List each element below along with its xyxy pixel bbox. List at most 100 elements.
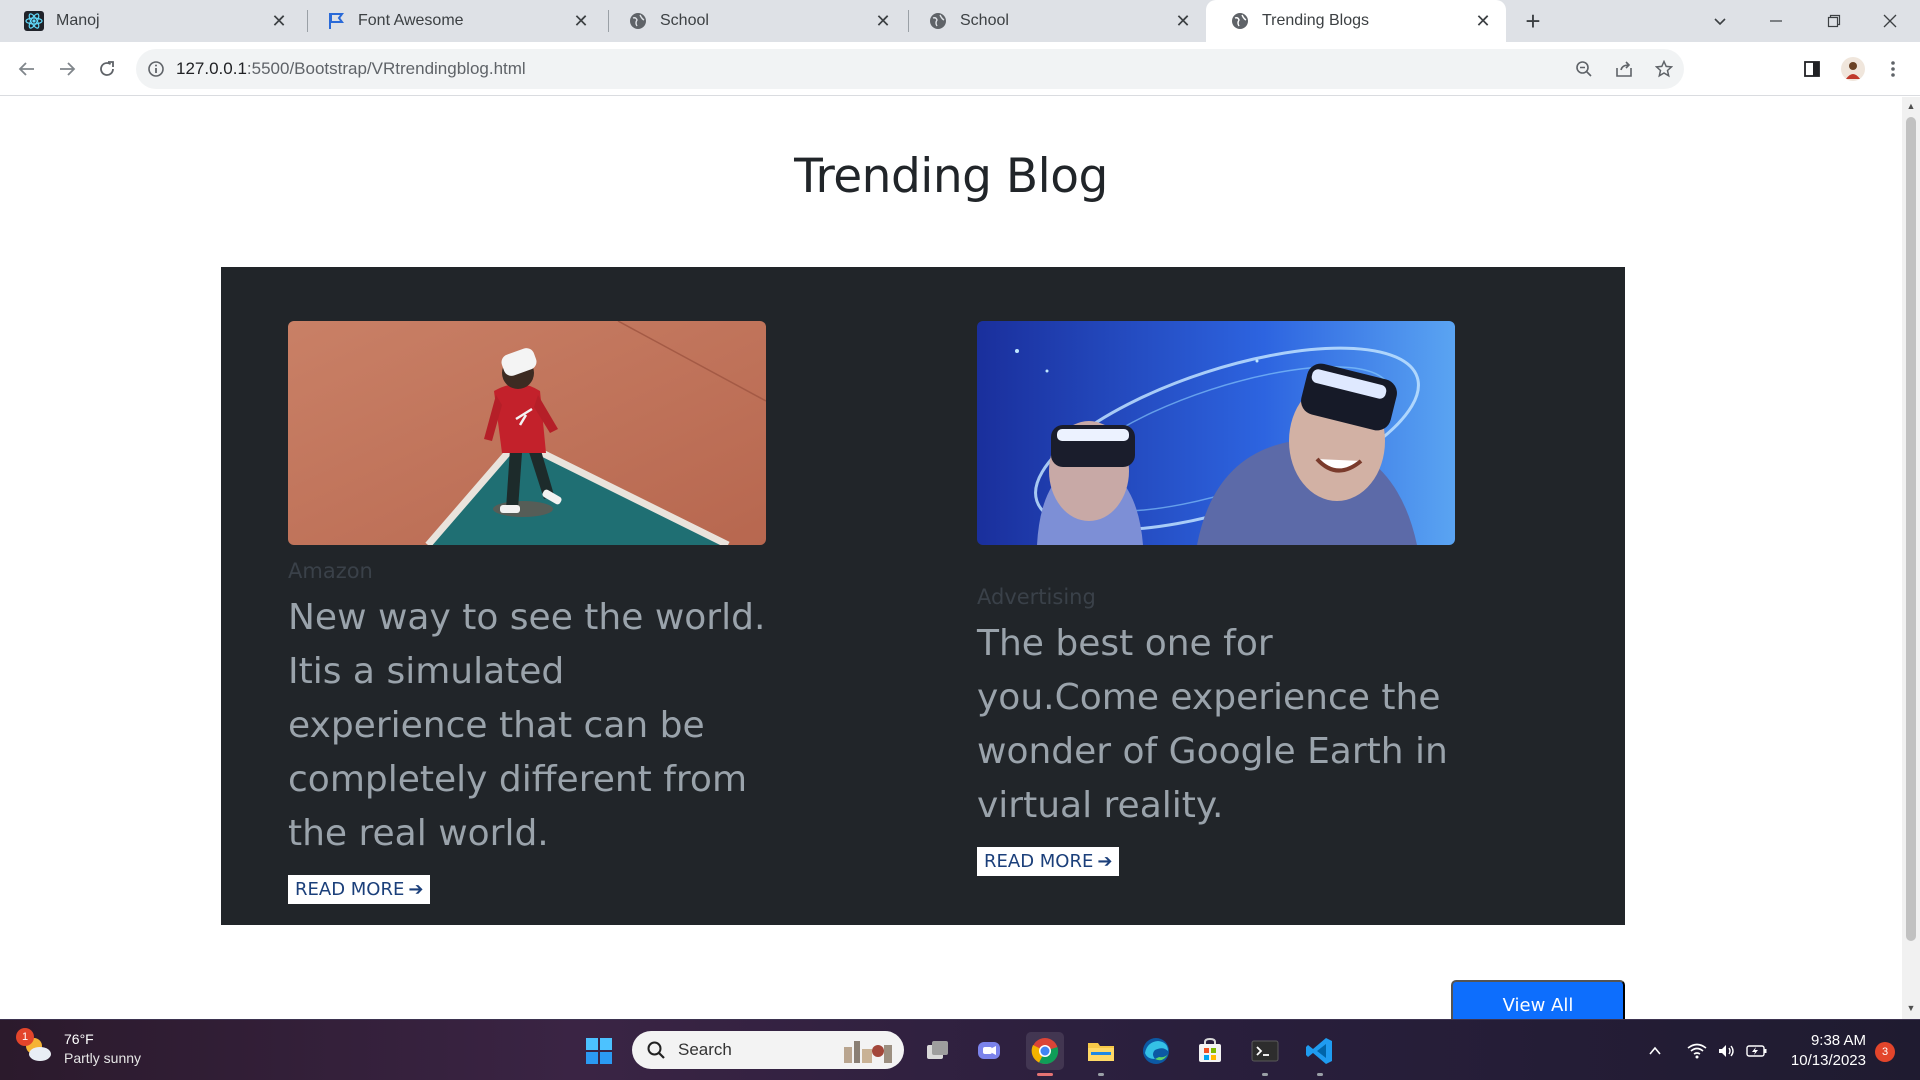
url-text: 127.0.0.1:5500/Bootstrap/VRtrendingblog.… xyxy=(176,59,526,79)
taskbar-clock[interactable]: 9:38 AM 10/13/2023 xyxy=(1776,1031,1866,1071)
blog-category: Amazon xyxy=(288,559,373,583)
clock-date: 10/13/2023 xyxy=(1790,1052,1866,1069)
more-vert-icon xyxy=(1891,61,1895,77)
blog-excerpt: The best one for you.Come experience the… xyxy=(977,623,1448,826)
running-indicator xyxy=(1037,1073,1053,1076)
restore-icon xyxy=(1827,14,1841,28)
tab-school-1[interactable]: School ✕ xyxy=(604,0,906,42)
vscode-icon xyxy=(1306,1038,1332,1064)
menu-button[interactable] xyxy=(1878,54,1908,84)
view-all-button[interactable]: View All xyxy=(1451,980,1625,1019)
edge-taskbar-button[interactable] xyxy=(1137,1032,1175,1070)
tab-manoj[interactable]: Manoj ✕ xyxy=(0,0,302,42)
arrow-right-icon xyxy=(60,62,76,76)
chrome-icon xyxy=(1031,1038,1059,1065)
terminal-taskbar-button[interactable] xyxy=(1246,1032,1284,1076)
close-icon[interactable]: ✕ xyxy=(1172,10,1194,32)
arrow-left-icon xyxy=(18,62,34,76)
taskbar: 1 76°F Partly sunny Search 9:38 AM 10/13… xyxy=(0,1019,1920,1080)
info-icon[interactable] xyxy=(136,60,176,78)
task-view-button[interactable] xyxy=(918,1032,956,1070)
arrow-right-icon: ➔ xyxy=(1097,851,1113,872)
reload-button[interactable] xyxy=(92,54,122,84)
blog-image-vr-headsets xyxy=(977,321,1455,545)
browser-toolbar: 127.0.0.1:5500/Bootstrap/VRtrendingblog.… xyxy=(0,42,1920,96)
read-more-label: READ MORE xyxy=(295,879,405,900)
weather-widget[interactable]: 1 76°F Partly sunny xyxy=(16,1028,142,1068)
arrow-right-icon: ➔ xyxy=(408,879,424,900)
address-bar[interactable]: 127.0.0.1:5500/Bootstrap/VRtrendingblog.… xyxy=(136,49,1684,89)
teams-chat-button[interactable] xyxy=(970,1032,1008,1070)
chevron-up-icon[interactable] xyxy=(1640,1044,1670,1058)
globe-icon xyxy=(928,11,948,31)
globe-icon xyxy=(628,11,648,31)
new-tab-button[interactable]: + xyxy=(1518,6,1548,36)
store-taskbar-button[interactable] xyxy=(1191,1032,1229,1070)
edge-icon xyxy=(1143,1038,1169,1064)
scrollbar-thumb[interactable] xyxy=(1906,117,1916,941)
close-window-button[interactable] xyxy=(1862,0,1918,42)
blog-card: Advertising The best one for you.Come ex… xyxy=(977,321,1455,876)
start-button[interactable] xyxy=(580,1032,618,1070)
clock-time: 9:38 AM xyxy=(1810,1032,1866,1049)
close-icon xyxy=(1883,14,1897,28)
share-icon[interactable] xyxy=(1604,60,1644,78)
close-icon[interactable]: ✕ xyxy=(872,10,894,32)
tab-font-awesome[interactable]: Font Awesome ✕ xyxy=(302,0,604,42)
back-button[interactable] xyxy=(12,54,42,84)
weather-icon: 1 xyxy=(16,1028,54,1066)
running-indicator xyxy=(1098,1073,1104,1076)
blog-image-vr-court xyxy=(288,321,766,545)
terminal-icon xyxy=(1251,1040,1279,1062)
system-tray xyxy=(1640,1020,1772,1080)
page-title: Trending Blog xyxy=(794,149,1108,204)
store-icon xyxy=(1199,1037,1221,1062)
page-scrollbar[interactable]: ▲ ▼ xyxy=(1902,97,1920,1019)
weather-condition: Partly sunny xyxy=(64,1050,142,1066)
read-more-button[interactable]: READ MORE ➔ xyxy=(288,875,431,904)
vscode-taskbar-button[interactable] xyxy=(1301,1032,1339,1076)
tab-trending-blogs[interactable]: Trending Blogs ✕ xyxy=(1206,0,1506,42)
search-highlight-icon xyxy=(844,1041,892,1063)
minimize-button[interactable] xyxy=(1748,0,1804,42)
read-more-button[interactable]: READ MORE ➔ xyxy=(977,847,1120,876)
profile-button[interactable] xyxy=(1838,54,1868,84)
chat-icon xyxy=(978,1042,1000,1059)
blog-excerpt: New way to see the world. Itis a simulat… xyxy=(288,597,766,854)
tab-school-2[interactable]: School ✕ xyxy=(904,0,1206,42)
side-panel-button[interactable] xyxy=(1797,54,1827,84)
chevron-down-icon xyxy=(1714,18,1726,26)
volume-icon[interactable] xyxy=(1712,1043,1742,1059)
tab-title: Font Awesome xyxy=(358,12,464,29)
search-placeholder: Search xyxy=(678,1040,732,1059)
close-icon[interactable]: ✕ xyxy=(570,10,592,32)
zoom-icon[interactable] xyxy=(1564,60,1604,78)
react-icon xyxy=(24,11,44,31)
tab-title: Trending Blogs xyxy=(1262,12,1370,29)
side-panel-icon xyxy=(1804,61,1820,77)
battery-icon[interactable] xyxy=(1742,1044,1772,1058)
close-icon[interactable]: ✕ xyxy=(268,10,290,32)
tab-search-button[interactable] xyxy=(1692,0,1748,42)
minimize-icon xyxy=(1770,20,1782,22)
chrome-taskbar-button[interactable] xyxy=(1026,1032,1064,1076)
blog-card: Amazon New way to see the world. Itis a … xyxy=(288,321,766,904)
star-icon[interactable] xyxy=(1644,60,1684,78)
tab-title: Manoj xyxy=(56,12,100,29)
file-explorer-button[interactable] xyxy=(1082,1032,1120,1076)
search-icon xyxy=(647,1041,665,1059)
weather-temp: 76°F xyxy=(64,1031,94,1047)
taskbar-search[interactable]: Search xyxy=(632,1031,904,1069)
close-icon[interactable]: ✕ xyxy=(1472,10,1494,32)
url-path: :5500/Bootstrap/VRtrendingblog.html xyxy=(246,59,526,78)
globe-icon xyxy=(1230,11,1250,31)
wifi-icon[interactable] xyxy=(1682,1043,1712,1059)
scroll-down-icon[interactable]: ▼ xyxy=(1906,1003,1916,1013)
restore-button[interactable] xyxy=(1806,0,1862,42)
forward-button[interactable] xyxy=(52,54,82,84)
blog-panel: Amazon New way to see the world. Itis a … xyxy=(221,267,1625,925)
running-indicator xyxy=(1262,1073,1268,1076)
notification-badge[interactable]: 3 xyxy=(1875,1042,1895,1062)
scroll-up-icon[interactable]: ▲ xyxy=(1906,101,1916,111)
url-host: 127.0.0.1 xyxy=(176,59,247,78)
